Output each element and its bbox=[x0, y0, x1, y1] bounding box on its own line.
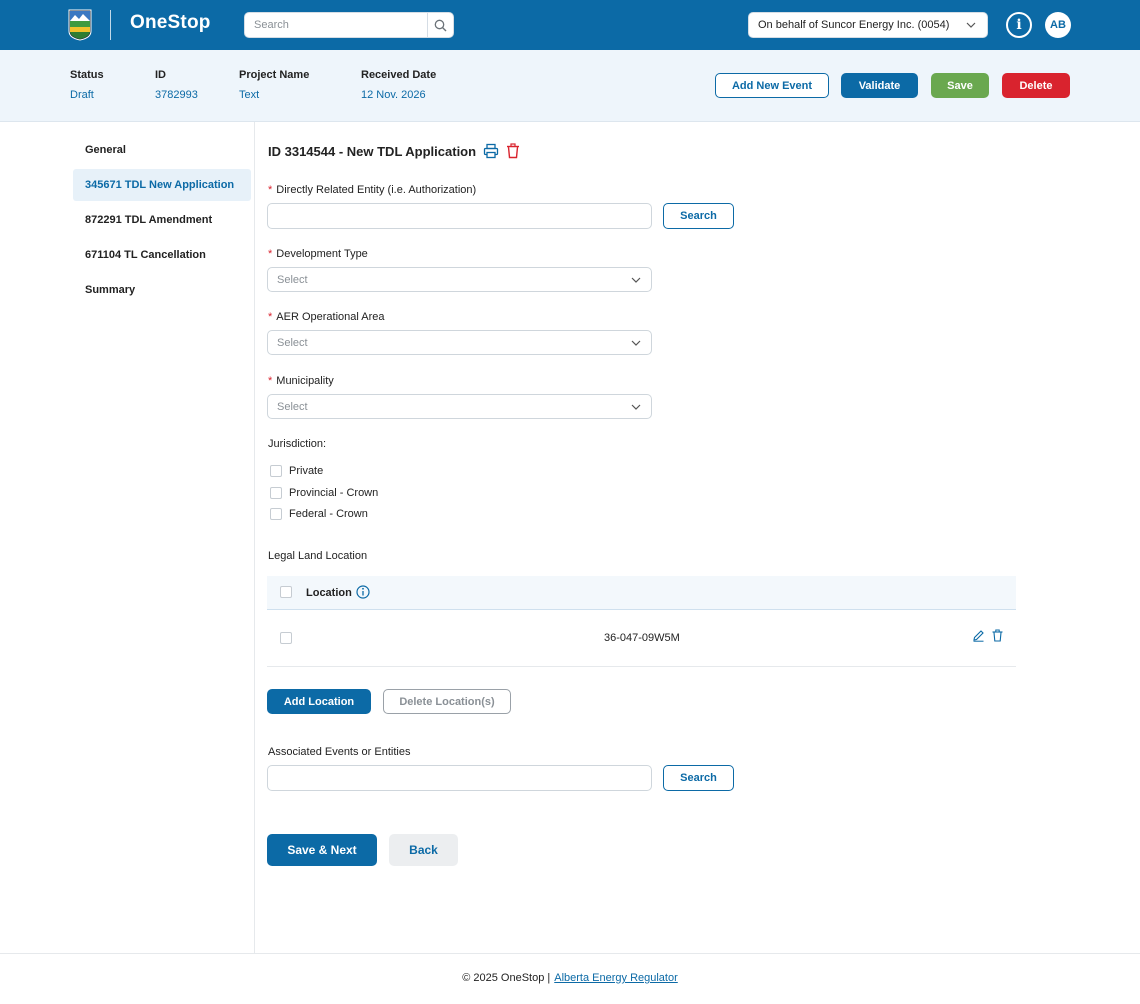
jurisdiction-option-federal-crown[interactable]: Federal - Crown bbox=[270, 508, 368, 520]
save-next-button[interactable]: Save & Next bbox=[267, 834, 377, 866]
location-table-header: Location bbox=[267, 576, 1016, 610]
trash-icon[interactable] bbox=[505, 143, 521, 159]
page-title: ID 3314544 - New TDL Application bbox=[268, 144, 477, 159]
id-label: ID bbox=[155, 69, 166, 81]
brand-name[interactable]: OneStop bbox=[130, 12, 211, 34]
chevron-down-icon bbox=[631, 340, 641, 346]
location-cell: 36-047-09W5M bbox=[604, 632, 680, 644]
printer-icon[interactable] bbox=[483, 143, 499, 159]
municipality-value: Select bbox=[277, 400, 308, 413]
aer-area-value: Select bbox=[277, 336, 308, 349]
search-icon bbox=[434, 19, 447, 31]
received-date-label: Received Date bbox=[361, 69, 437, 81]
validate-button[interactable]: Validate bbox=[841, 73, 918, 98]
aer-area-label: * AER Operational Area bbox=[268, 311, 385, 323]
delete-locations-button[interactable]: Delete Location(s) bbox=[383, 689, 511, 714]
jurisdiction-option-private[interactable]: Private bbox=[270, 465, 323, 477]
behalf-select-value: On behalf of Suncor Energy Inc. (0054) bbox=[758, 19, 950, 31]
table-row: 36-047-09W5M bbox=[267, 610, 1016, 667]
global-search bbox=[244, 12, 454, 38]
received-date-value: 12 Nov. 2026 bbox=[361, 89, 426, 101]
associated-events-label: Associated Events or Entities bbox=[268, 746, 411, 758]
chevron-down-icon bbox=[966, 22, 976, 28]
search-input[interactable] bbox=[245, 13, 429, 37]
received-date-meta: Received Date 12 Nov. 2026 bbox=[361, 69, 436, 101]
trash-icon[interactable] bbox=[991, 629, 1004, 642]
select-all-checkbox[interactable] bbox=[280, 586, 292, 598]
footer-divider bbox=[0, 953, 1140, 954]
add-new-event-button[interactable]: Add New Event bbox=[715, 73, 829, 98]
entity-input[interactable] bbox=[267, 203, 652, 229]
behalf-select[interactable]: On behalf of Suncor Energy Inc. (0054) bbox=[748, 12, 988, 38]
record-summary-strip: Status Draft ID 3782993 Project Name Tex… bbox=[0, 50, 1140, 122]
delete-button[interactable]: Delete bbox=[1002, 73, 1070, 98]
project-name-meta: Project Name Text bbox=[239, 69, 309, 101]
sidebar-item-new-application[interactable]: 345671 TDL New Application bbox=[73, 169, 251, 201]
development-type-label: * Development Type bbox=[268, 248, 368, 260]
footer-link-aer[interactable]: Alberta Energy Regulator bbox=[554, 972, 678, 984]
entity-label: * Directly Related Entity (i.e. Authoriza… bbox=[268, 184, 477, 196]
entity-search-button[interactable]: Search bbox=[663, 203, 734, 229]
id-value: 3782993 bbox=[155, 89, 198, 101]
sidebar-divider bbox=[254, 122, 255, 953]
sidebar-item-cancellation[interactable]: 671104 TL Cancellation bbox=[73, 239, 251, 271]
logo-divider bbox=[110, 10, 111, 40]
associated-events-input[interactable] bbox=[267, 765, 652, 791]
footer: © 2025 OneStop | Alberta Energy Regulator bbox=[0, 972, 1140, 984]
aer-area-select[interactable]: Select bbox=[267, 330, 652, 355]
chevron-down-icon bbox=[631, 277, 641, 283]
top-bar: OneStop On behalf of Suncor Energy Inc. … bbox=[0, 0, 1140, 50]
municipality-select[interactable]: Select bbox=[267, 394, 652, 419]
status-label: Status bbox=[70, 69, 104, 81]
checkbox[interactable] bbox=[270, 508, 282, 520]
associated-search-button[interactable]: Search bbox=[663, 765, 734, 791]
id-meta: ID 3782993 bbox=[155, 69, 198, 101]
info-icon[interactable] bbox=[356, 585, 370, 599]
sidebar-item-summary[interactable]: Summary bbox=[73, 274, 251, 306]
location-column-header: Location bbox=[306, 587, 352, 599]
legal-land-location-label: Legal Land Location bbox=[268, 550, 368, 562]
status-value: Draft bbox=[70, 89, 94, 101]
info-icon[interactable]: i bbox=[1006, 12, 1032, 38]
project-name-value: Text bbox=[239, 89, 260, 101]
sidebar-item-amendment[interactable]: 872291 TDL Amendment bbox=[73, 204, 251, 236]
development-type-select[interactable]: Select bbox=[267, 267, 652, 292]
development-type-value: Select bbox=[277, 273, 308, 286]
sidebar-item-general[interactable]: General bbox=[73, 134, 251, 166]
municipality-label: * Municipality bbox=[268, 375, 334, 387]
chevron-down-icon bbox=[631, 404, 641, 410]
project-name-label: Project Name bbox=[239, 69, 310, 81]
jurisdiction-option-provincial-crown[interactable]: Provincial - Crown bbox=[270, 487, 378, 499]
search-button[interactable] bbox=[427, 13, 453, 37]
back-button[interactable]: Back bbox=[389, 834, 458, 866]
alberta-shield-logo[interactable] bbox=[68, 9, 92, 41]
add-location-button[interactable]: Add Location bbox=[267, 689, 371, 714]
status-meta: Status Draft bbox=[70, 69, 104, 101]
row-checkbox[interactable] bbox=[280, 632, 292, 644]
edit-icon[interactable] bbox=[972, 629, 985, 642]
checkbox[interactable] bbox=[270, 487, 282, 499]
jurisdiction-label: Jurisdiction: bbox=[268, 438, 327, 450]
save-button[interactable]: Save bbox=[931, 73, 989, 98]
checkbox[interactable] bbox=[270, 465, 282, 477]
footer-copyright: © 2025 OneStop | bbox=[462, 972, 551, 984]
avatar[interactable]: AB bbox=[1045, 12, 1071, 38]
